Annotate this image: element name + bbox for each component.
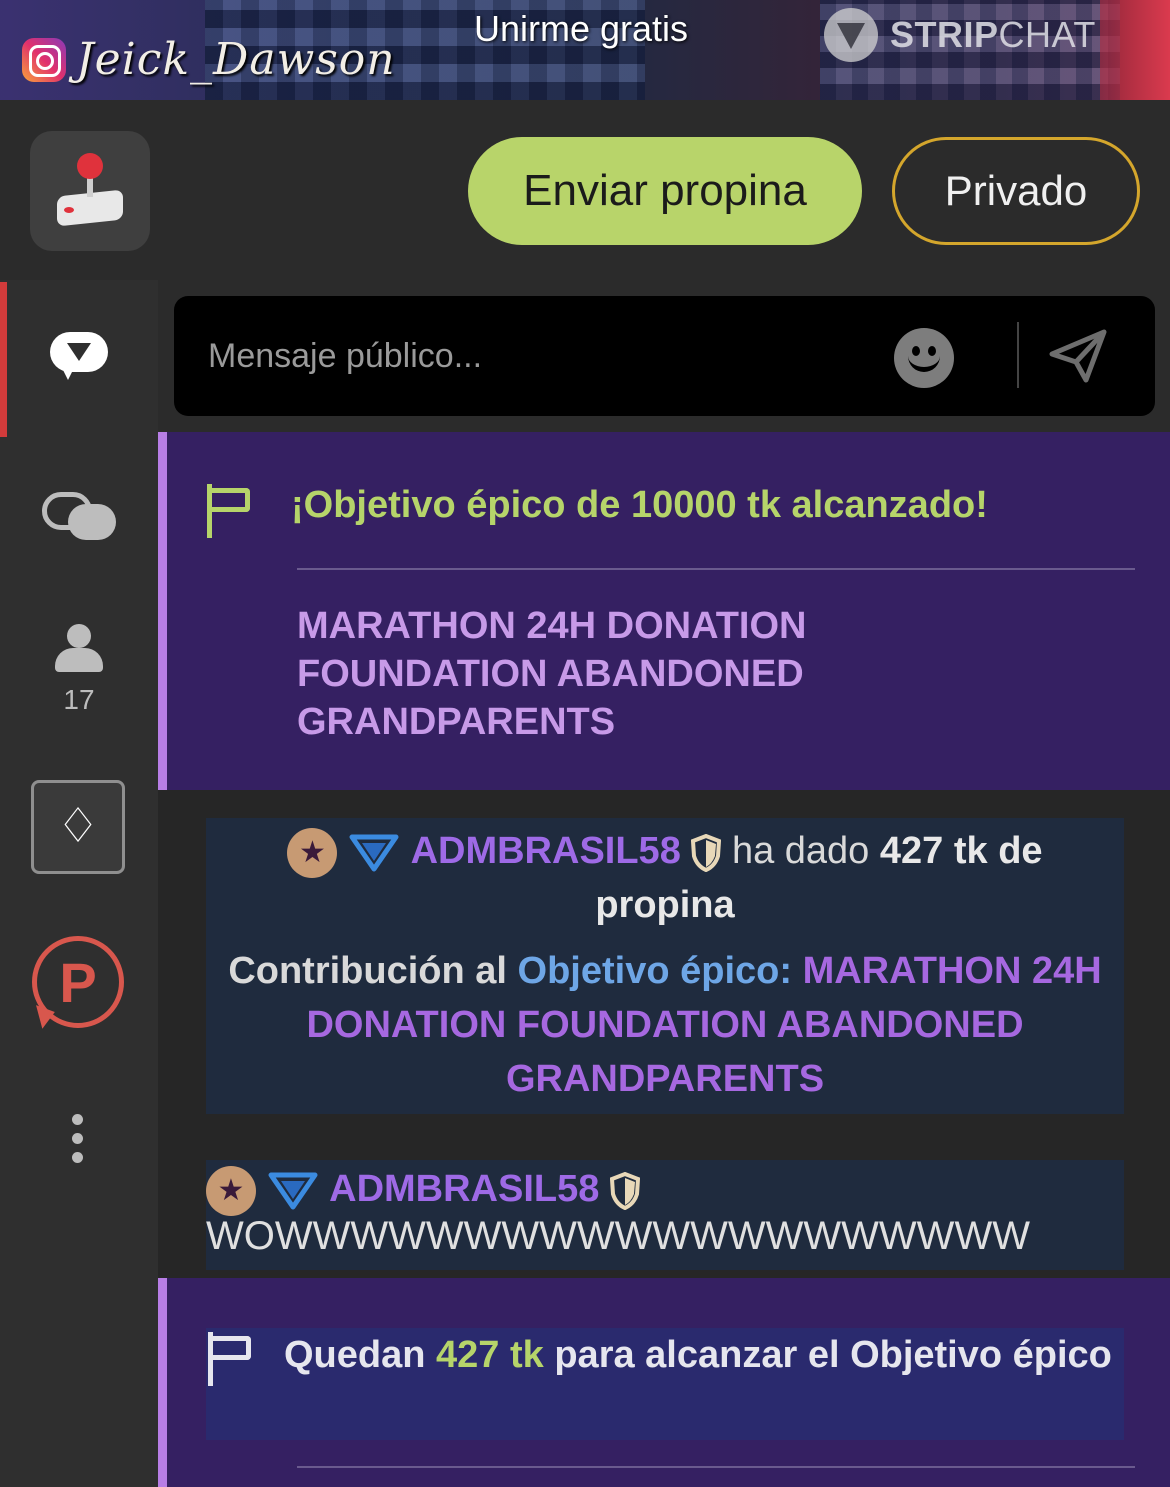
chat-message-card: ★ ADMBRASIL58 WOWWWWWWWWWWWWWWWWWWWW — [206, 1160, 1124, 1270]
goal-name: MARATHON 24H DONATION FOUNDATION ABANDON… — [297, 605, 807, 743]
goal-remaining-amount: 427 tk — [436, 1334, 544, 1376]
goal-remaining-prefix: Quedan — [284, 1334, 426, 1376]
send-tip-button[interactable]: Enviar propina — [468, 137, 862, 245]
more-icon[interactable] — [72, 1114, 84, 1171]
goal-reached-title: ¡Objetivo épico de 10000 tk alcanzado! — [291, 484, 988, 526]
join-free-link[interactable]: Unirme gratis — [474, 8, 688, 50]
chat-message-header: ★ ADMBRASIL58 — [206, 1162, 640, 1216]
sidebar-item-ultimate[interactable]: ♢ — [31, 780, 125, 874]
chats-icon — [42, 492, 116, 542]
tip-notice: ★ ADMBRASIL58 ha dado 427 tk de propina … — [158, 790, 1170, 1144]
instagram-handle: Jeick_Dawson — [76, 34, 396, 85]
brand-text-bold: STRIP — [890, 14, 999, 55]
goal-remaining-suffix: para alcanzar el Objetivo épico — [554, 1334, 1112, 1376]
chat-feed: ¡Objetivo épico de 10000 tk alcanzado! M… — [158, 432, 1170, 1487]
goal-reached-notice: ¡Objetivo épico de 10000 tk alcanzado! M… — [158, 432, 1170, 790]
sidebar-item-private-chats[interactable] — [0, 492, 158, 542]
instagram-watermark: Jeick_Dawson — [22, 34, 396, 85]
username-link[interactable]: ADMBRASIL58 — [411, 830, 681, 872]
contribution-label: Contribución al — [228, 950, 507, 992]
tip-amount: 427 tk de — [879, 830, 1043, 872]
tip-summary: ★ ADMBRASIL58 ha dado 427 tk de propina — [206, 824, 1124, 932]
goal-remaining-text: Quedan 427 tk para alcanzar el Objetivo … — [206, 1328, 1124, 1382]
public-message-input[interactable] — [206, 330, 810, 382]
shield-icon — [691, 833, 722, 872]
p-icon: P — [59, 950, 97, 1014]
video-frame-light — [1100, 0, 1170, 100]
epic-goal-link[interactable]: Objetivo épico: — [518, 950, 792, 992]
stripchat-logo-icon — [824, 8, 878, 62]
emoji-icon[interactable] — [894, 328, 954, 388]
goal-divider — [297, 568, 1135, 570]
private-show-button[interactable]: Privado — [892, 137, 1140, 245]
composer-divider — [1017, 322, 1019, 388]
sidebar-item-public-chat[interactable] — [0, 332, 158, 382]
goal-divider — [297, 1466, 1135, 1468]
star-badge-icon: ★ — [287, 827, 338, 878]
video-preview[interactable]: Jeick_Dawson Unirme gratis STRIPCHAT — [0, 0, 1170, 100]
tip-notice-card: ★ ADMBRASIL58 ha dado 427 tk de propina … — [206, 818, 1124, 1114]
shield-icon — [609, 1171, 640, 1210]
joystick-ball — [77, 153, 103, 179]
brand-text-light: CHAT — [998, 14, 1096, 55]
instagram-icon — [22, 37, 66, 82]
games-button[interactable] — [30, 131, 150, 251]
flag-icon — [207, 484, 255, 538]
message-composer — [174, 296, 1155, 416]
username-link[interactable]: ADMBRASIL58 — [329, 1168, 599, 1210]
goal-remaining-card: Quedan 427 tk para alcanzar el Objetivo … — [206, 1328, 1124, 1440]
tip-prefix: ha dado — [731, 830, 870, 872]
goal-remaining-notice: Quedan 427 tk para alcanzar el Objetivo … — [158, 1278, 1170, 1487]
star-badge-icon: ★ — [206, 1165, 256, 1216]
chat-message-text: WOWWWWWWWWWWWWWWWWWWWW — [206, 1214, 1030, 1258]
user-icon — [53, 624, 105, 674]
sidebar-item-users[interactable]: 17 — [0, 624, 158, 716]
chat-message: ★ ADMBRASIL58 WOWWWWWWWWWWWWWWWWWWWW — [158, 1144, 1170, 1278]
send-icon[interactable] — [1046, 324, 1110, 388]
joystick-button — [64, 207, 74, 213]
chat-bubble-icon — [50, 332, 108, 382]
tip-suffix: propina — [595, 884, 735, 926]
triangle-level-icon — [349, 834, 399, 872]
tip-contribution: Contribución al Objetivo épico: MARATHON… — [206, 944, 1124, 1106]
viewer-count: 17 — [63, 684, 95, 715]
brand-logo: STRIPCHAT — [824, 8, 1096, 62]
sidebar — [0, 280, 158, 1487]
triangle-level-icon — [268, 1172, 318, 1210]
diamond-icon: ♢ — [56, 800, 100, 853]
